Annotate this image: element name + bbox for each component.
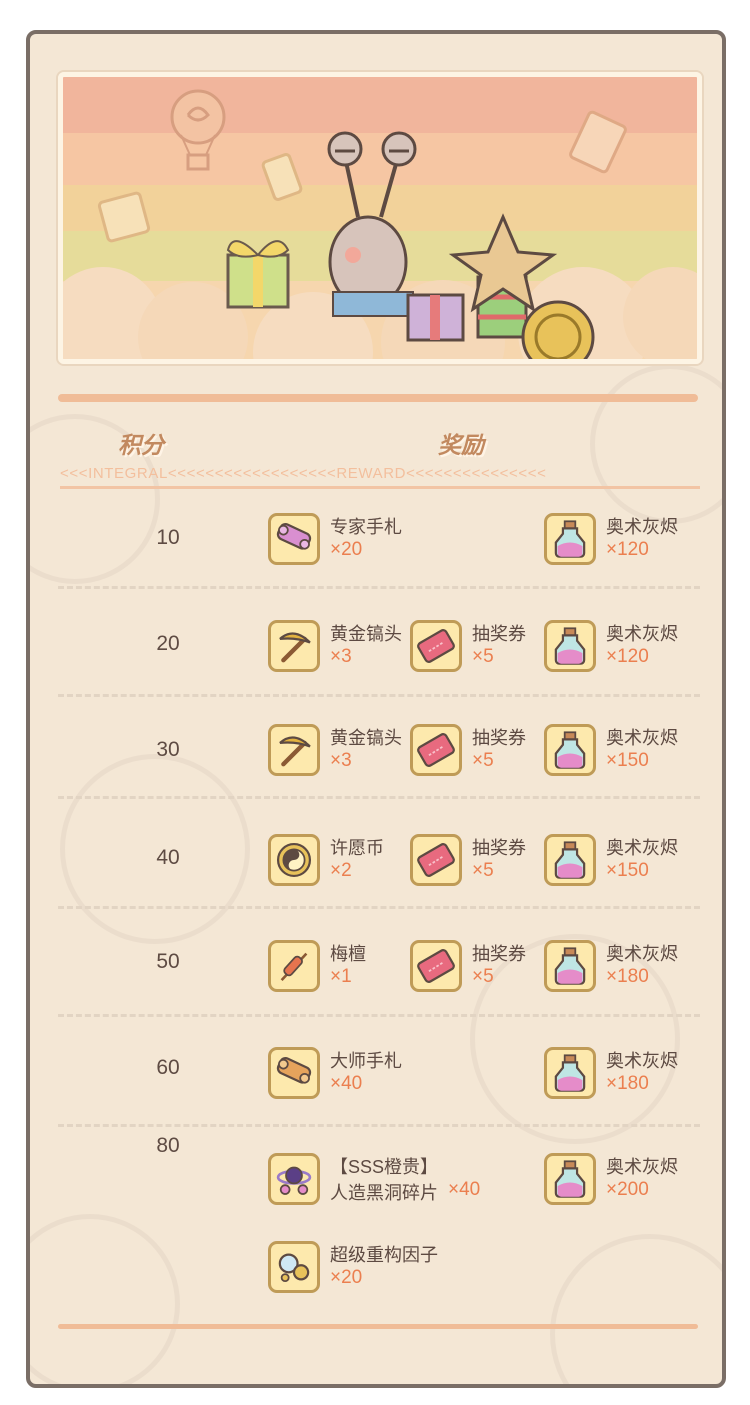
row-divider [58,906,700,909]
row-divider [58,1124,700,1127]
score-value: 50 [156,950,180,973]
banner-divider [58,394,698,402]
reward-quantity: ×120 [606,539,649,560]
banner-illustration [58,72,702,364]
scroll-icon [268,513,320,565]
reward-name: 大师手札 [330,1051,402,1071]
reward-quantity: ×120 [606,646,649,667]
reward-name: 奥术灰烬 [606,838,678,858]
reward-name: 奥术灰烬 [606,944,678,964]
decorative-header-line: <<<INTEGRAL<<<<<<<<<<<<<<<<<<REWARD<<<<<… [60,464,700,489]
ticket-icon [410,834,462,886]
reward-quantity: ×200 [606,1179,649,1200]
coin-icon [268,834,320,886]
reward-name: 奥术灰烬 [606,1051,678,1071]
reward-name-line-2: 人造黑洞碎片 [330,1183,438,1203]
reward-name: 黄金镐头 [330,728,402,748]
pickaxe-icon [268,620,320,672]
score-value: 20 [156,632,180,655]
potion-bottle-icon [544,724,596,776]
reward-quantity: ×5 [472,966,494,987]
potion-bottle-icon [544,834,596,886]
score-value: 60 [156,1056,180,1079]
scroll-icon [268,1047,320,1099]
reward-name: 奥术灰烬 [606,728,678,748]
reward-name: 抽奖券 [472,944,526,964]
reward-name: 奥术灰烬 [606,624,678,644]
factor-orb-icon [268,1241,320,1293]
reward-quantity: ×2 [330,860,352,881]
potion-bottle-icon [544,1047,596,1099]
event-reward-panel: 积分 奖励 <<<INTEGRAL<<<<<<<<<<<<<<<<<<REWAR… [26,30,726,1388]
reward-quantity: ×5 [472,750,494,771]
reward-name: 抽奖券 [472,624,526,644]
score-value: 40 [156,846,180,869]
reward-name: 超级重构因子 [330,1245,438,1265]
reward-name: 奥术灰烬 [606,517,678,537]
reward-quantity: ×20 [330,539,363,560]
pickaxe-icon [268,724,320,776]
snail-mascot-icon [63,89,697,359]
reward-quantity: ×40 [448,1179,481,1200]
reward-column-heading: 奖励 [438,432,484,458]
reward-name: 抽奖券 [472,728,526,748]
reward-quantity: ×1 [330,966,352,987]
ticket-icon [410,620,462,672]
potion-bottle-icon [544,1153,596,1205]
potion-bottle-icon [544,513,596,565]
reward-name: 梅檀 [330,944,366,964]
reward-name: 黄金镐头 [330,624,402,644]
row-divider [58,694,700,697]
reward-name: 许愿币 [330,838,384,858]
reward-name: 奥术灰烬 [606,1157,678,1177]
score-value: 30 [156,738,180,761]
row-divider [58,586,700,589]
reward-quantity: ×20 [330,1267,363,1288]
background-swirl [550,1234,722,1384]
potion-bottle-icon [544,620,596,672]
reward-name: 【SSS橙贵】 [330,1157,439,1177]
reward-quantity: ×150 [606,860,649,881]
potion-bottle-icon [544,940,596,992]
score-value: 10 [156,526,180,549]
incense-stick-icon [268,940,320,992]
ticket-icon [410,724,462,776]
background-swirl [590,364,722,524]
reward-quantity: ×5 [472,646,494,667]
black-hole-icon [268,1153,320,1205]
background-swirl [30,1214,180,1384]
ticket-icon [410,940,462,992]
score-value: 80 [156,1134,180,1157]
reward-quantity: ×150 [606,750,649,771]
row-divider [58,796,700,799]
reward-quantity: ×40 [330,1073,363,1094]
bottom-divider [58,1324,698,1329]
reward-quantity: ×5 [472,860,494,881]
reward-quantity: ×3 [330,646,352,667]
reward-name: 抽奖券 [472,838,526,858]
reward-quantity: ×180 [606,1073,649,1094]
row-divider [58,1014,700,1017]
reward-quantity: ×180 [606,966,649,987]
reward-name: 专家手札 [330,517,402,537]
reward-quantity: ×3 [330,750,352,771]
score-column-heading: 积分 [118,432,164,458]
